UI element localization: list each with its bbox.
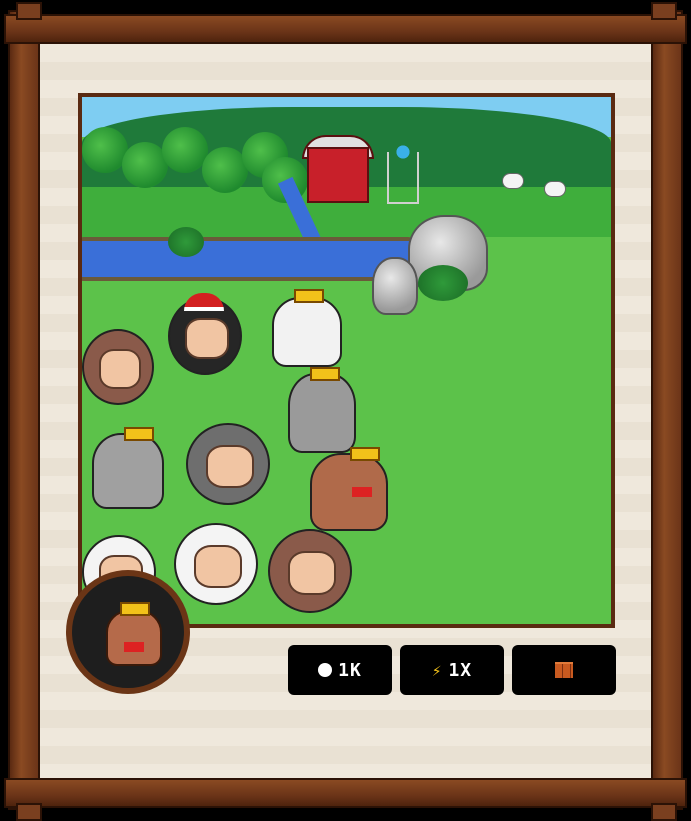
crowned-gray-dog[interactable] [92,427,164,509]
crown [310,367,340,381]
avatar-dog [106,602,162,666]
windmill-blades [388,137,418,167]
flower-bush [418,265,468,301]
sheep-face [287,551,337,595]
brown-sheep[interactable] [82,329,154,405]
game-frame: 1K ⚡ 1X [0,0,691,821]
build-button[interactable] [512,645,616,695]
coin-icon [318,663,333,677]
crowned-brown-dog[interactable] [310,447,388,531]
crown [350,447,380,461]
frame-cap [651,803,677,821]
frame-cap [16,803,42,821]
frame-post-left [8,10,40,810]
frame-beam-bottom [4,778,687,808]
distant-sheep [502,173,524,189]
coins-value: 1K [338,659,362,681]
sheep-face [185,317,229,359]
crowned-white-dog[interactable] [272,289,342,367]
crown [294,289,324,303]
speed-value: 1X [448,659,473,681]
frame-cap [16,2,42,20]
player-avatar[interactable] [66,570,190,694]
flower-bush [168,227,204,257]
barn[interactable] [307,147,369,203]
santa-hat-sheep[interactable] [168,293,242,375]
sheep-face [193,544,243,588]
frame-beam-top [4,14,687,44]
bandana [124,642,144,652]
farm-scene[interactable] [78,93,615,628]
tree [162,127,208,173]
sheep-face [205,444,255,488]
frame-cap [651,2,677,20]
crown [124,427,154,441]
hardhat-sheep[interactable] [174,523,258,605]
lightning-bolt-icon: ⚡ [431,660,443,680]
bandana [352,487,372,497]
sheep-face [98,349,142,389]
coins-counter-button[interactable]: 1K [288,645,392,695]
frame-post-right [651,10,683,810]
crown [120,602,150,616]
crying-brown-sheep[interactable] [268,529,352,613]
brick-icon [555,662,573,678]
speed-multiplier-button[interactable]: ⚡ 1X [400,645,504,695]
horned-gray-sheep[interactable] [186,423,270,505]
crowned-gray-dog[interactable] [288,367,356,453]
boulder [372,257,418,315]
distant-sheep [544,181,566,197]
